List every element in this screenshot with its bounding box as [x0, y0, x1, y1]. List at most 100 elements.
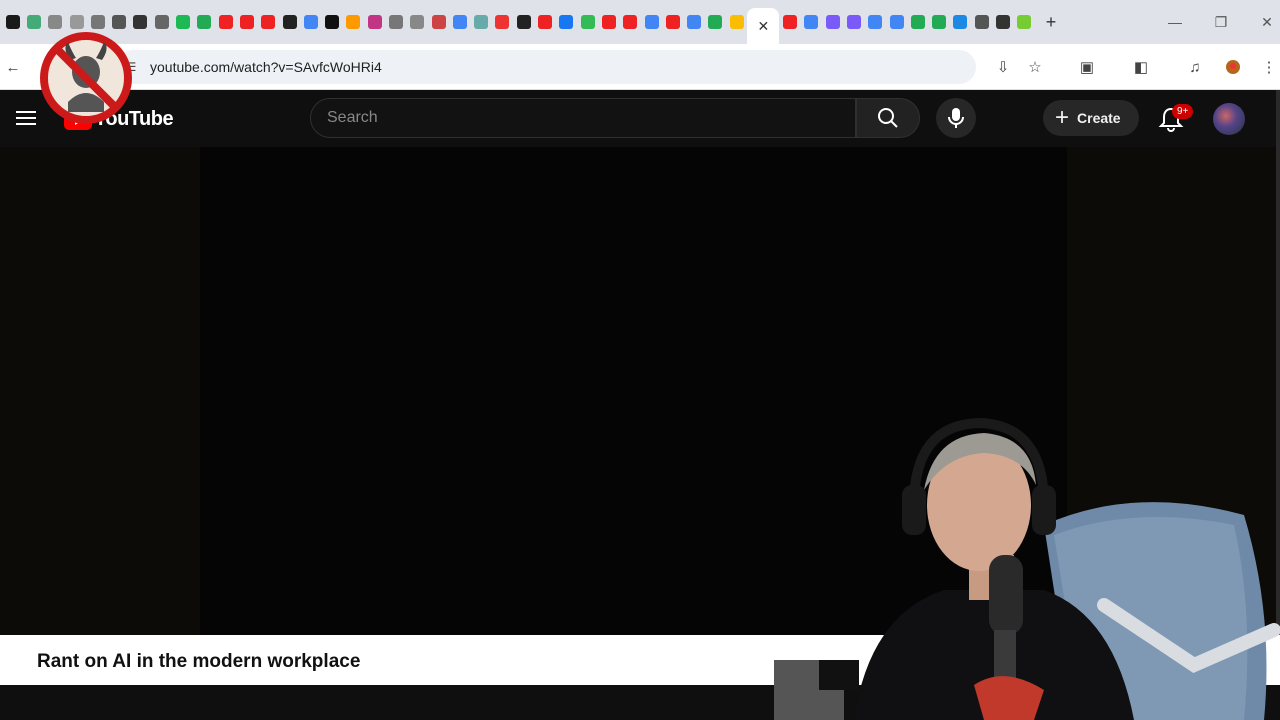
browser-tab[interactable] — [364, 0, 385, 44]
tab-favicon-icon — [282, 15, 297, 29]
tab-favicon-icon — [474, 15, 489, 29]
browser-tab[interactable] — [865, 0, 886, 44]
browser-tab[interactable] — [258, 0, 279, 44]
tab-favicon-icon — [932, 15, 947, 29]
tab-favicon-icon — [303, 15, 318, 29]
tab-favicon-icon — [729, 15, 744, 29]
browser-tab[interactable] — [577, 0, 598, 44]
browser-tab[interactable] — [194, 0, 215, 44]
tab-favicon-icon — [623, 15, 638, 29]
browser-tab[interactable] — [279, 0, 300, 44]
tab-favicon-icon — [665, 15, 680, 29]
tab-favicon-icon — [825, 15, 840, 29]
browser-tab[interactable] — [151, 0, 172, 44]
browser-tab[interactable] — [534, 0, 555, 44]
tab-favicon-icon — [910, 15, 925, 29]
close-tab-icon[interactable]: ✕ — [758, 18, 770, 35]
browser-tab[interactable] — [215, 0, 236, 44]
browser-tab[interactable] — [172, 0, 193, 44]
browser-tab[interactable] — [992, 0, 1013, 44]
media-control-icon[interactable]: ♫ — [1184, 56, 1206, 78]
extensions-icon[interactable]: ▣ — [1076, 56, 1098, 78]
browser-tab[interactable] — [236, 0, 257, 44]
create-button[interactable]: + Create — [1043, 100, 1139, 136]
search-input[interactable] — [311, 99, 855, 137]
browser-tab[interactable] — [471, 0, 492, 44]
browser-tab[interactable] — [492, 0, 513, 44]
tab-favicon-icon — [538, 15, 553, 29]
profile-extension-icon[interactable] — [1222, 56, 1244, 78]
browser-tab[interactable] — [1014, 0, 1035, 44]
browser-tab[interactable] — [907, 0, 928, 44]
browser-tab[interactable] — [407, 0, 428, 44]
video-title: Rant on AI in the modern workplace — [37, 651, 361, 672]
minimize-icon[interactable]: — — [1152, 0, 1198, 44]
browser-tab[interactable] — [2, 0, 23, 44]
tab-favicon-icon — [154, 15, 169, 29]
browser-tab[interactable] — [662, 0, 683, 44]
browser-tab[interactable] — [705, 0, 726, 44]
browser-tab[interactable] — [950, 0, 971, 44]
omnibox[interactable]: ☰ youtube.com/watch?v=SAvfcWoHRi4 — [116, 50, 976, 84]
close-window-icon[interactable]: ✕ — [1244, 0, 1280, 44]
tab-favicon-icon — [644, 15, 659, 29]
bookmark-star-icon[interactable]: ☆ — [1024, 56, 1046, 78]
tab-favicon-icon — [410, 15, 425, 29]
restore-icon[interactable]: ❐ — [1198, 0, 1244, 44]
browser-menu-icon[interactable]: ⋮ — [1258, 56, 1280, 78]
address-bar-row: ← ☰ youtube.com/watch?v=SAvfcWoHRi4 ⇩ ☆ … — [0, 44, 1280, 90]
tab-favicon-icon — [708, 15, 723, 29]
browser-tab[interactable] — [779, 0, 800, 44]
tab-favicon-icon — [261, 15, 276, 29]
active-tab[interactable]: ✕ — [747, 8, 780, 44]
tab-favicon-icon — [559, 15, 574, 29]
tab-favicon-icon — [804, 15, 819, 29]
url-text[interactable]: youtube.com/watch?v=SAvfcWoHRi4 — [150, 59, 382, 75]
tab-favicon-icon — [452, 15, 467, 29]
browser-tab[interactable] — [598, 0, 619, 44]
browser-tab[interactable] — [620, 0, 641, 44]
install-app-icon[interactable]: ⇩ — [992, 56, 1014, 78]
tab-favicon-icon — [239, 15, 254, 29]
browser-tab[interactable] — [513, 0, 534, 44]
search-box — [310, 98, 856, 138]
browser-tab[interactable] — [385, 0, 406, 44]
tab-favicon-icon — [431, 15, 446, 29]
back-arrow-icon[interactable]: ← — [2, 56, 24, 78]
browser-tab[interactable] — [886, 0, 907, 44]
tab-favicon-icon — [367, 15, 382, 29]
tab-favicon-icon — [325, 15, 340, 29]
browser-tab[interactable] — [641, 0, 662, 44]
browser-tab[interactable] — [801, 0, 822, 44]
player-left-margin — [0, 147, 200, 635]
side-panel-icon[interactable]: ◧ — [1130, 56, 1152, 78]
browser-tab[interactable] — [928, 0, 949, 44]
browser-tab[interactable] — [726, 0, 747, 44]
tab-favicon-icon — [495, 15, 510, 29]
browser-tab[interactable] — [449, 0, 470, 44]
browser-tab[interactable] — [321, 0, 342, 44]
plus-icon: + — [1055, 104, 1070, 131]
browser-tab[interactable] — [684, 0, 705, 44]
tab-favicon-icon — [868, 15, 883, 29]
browser-tab[interactable] — [300, 0, 321, 44]
microphone-icon — [948, 108, 964, 128]
account-avatar[interactable] — [1213, 103, 1245, 135]
create-label: Create — [1077, 110, 1121, 126]
search-icon — [878, 108, 898, 128]
browser-tab[interactable] — [822, 0, 843, 44]
browser-tab[interactable] — [428, 0, 449, 44]
browser-tab[interactable] — [130, 0, 151, 44]
tab-favicon-icon — [1017, 15, 1032, 29]
browser-tab[interactable] — [556, 0, 577, 44]
tab-favicon-icon — [783, 15, 798, 29]
browser-tab[interactable] — [971, 0, 992, 44]
browser-tab[interactable] — [843, 0, 864, 44]
hamburger-menu-icon[interactable] — [14, 106, 40, 135]
voice-search-button[interactable] — [936, 98, 976, 138]
tab-favicon-icon — [580, 15, 595, 29]
browser-tab[interactable] — [343, 0, 364, 44]
tab-favicon-icon — [48, 15, 63, 29]
new-tab-icon[interactable]: + — [1039, 12, 1063, 33]
search-button[interactable] — [856, 98, 920, 138]
